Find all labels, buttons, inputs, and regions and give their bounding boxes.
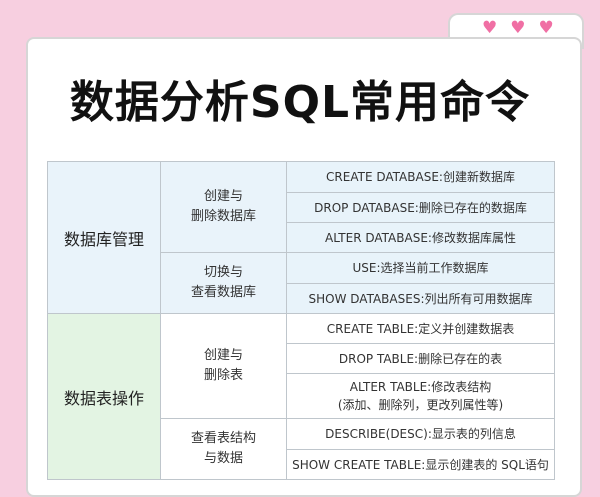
subcategory-line: 创建与 [203, 189, 243, 204]
heart-icon: ♥ [482, 18, 498, 38]
subcategory-line: 切换与 [203, 265, 243, 280]
command-cell: DESCRIBE(DESC):显示表的列信息 [286, 418, 555, 450]
command-cell: DROP DATABASE:删除已存在的数据库 [286, 192, 555, 223]
sql-command-table: 数据库管理 创建与 删除数据库 CREATE DATABASE:创建新数据库 D… [47, 161, 555, 480]
subcategory-line: 创建与 [203, 348, 243, 363]
category-cell: 数据表操作 [47, 313, 161, 480]
command-cell: ALTER DATABASE:修改数据库属性 [286, 222, 555, 253]
hearts-decoration: ♥ ♥ ♥ [482, 20, 554, 37]
subcategory-cell: 创建与 删除表 [160, 313, 287, 419]
subcategory-line: 与数据 [203, 451, 243, 466]
subcategory-line: 查看表结构 [190, 431, 256, 446]
command-cell: CREATE TABLE:定义并创建数据表 [286, 313, 555, 344]
category-cell: 数据库管理 [47, 161, 161, 314]
command-cell: DROP TABLE:删除已存在的表 [286, 343, 555, 374]
command-cell: USE:选择当前工作数据库 [286, 252, 555, 284]
command-cell: ALTER TABLE:修改表结构 (添加、删除列，更改列属性等) [286, 373, 555, 419]
subcategory-cell: 查看表结构 与数据 [160, 418, 287, 480]
page-title: 数据分析SQL常用命令 [69, 77, 531, 128]
heart-icon: ♥ [538, 18, 554, 38]
command-cell: SHOW CREATE TABLE:显示创建表的 SQL语句 [286, 449, 555, 480]
subcategory-cell: 创建与 删除数据库 [160, 161, 287, 253]
command-cell: SHOW DATABASES:列出所有可用数据库 [286, 283, 555, 314]
subcategory-line: 删除数据库 [190, 209, 256, 224]
heart-icon: ♥ [510, 18, 526, 38]
subcategory-cell: 切换与 查看数据库 [160, 252, 287, 314]
subcategory-line: 删除表 [203, 368, 243, 383]
command-cell: CREATE DATABASE:创建新数据库 [286, 161, 555, 193]
subcategory-line: 查看数据库 [190, 285, 256, 300]
